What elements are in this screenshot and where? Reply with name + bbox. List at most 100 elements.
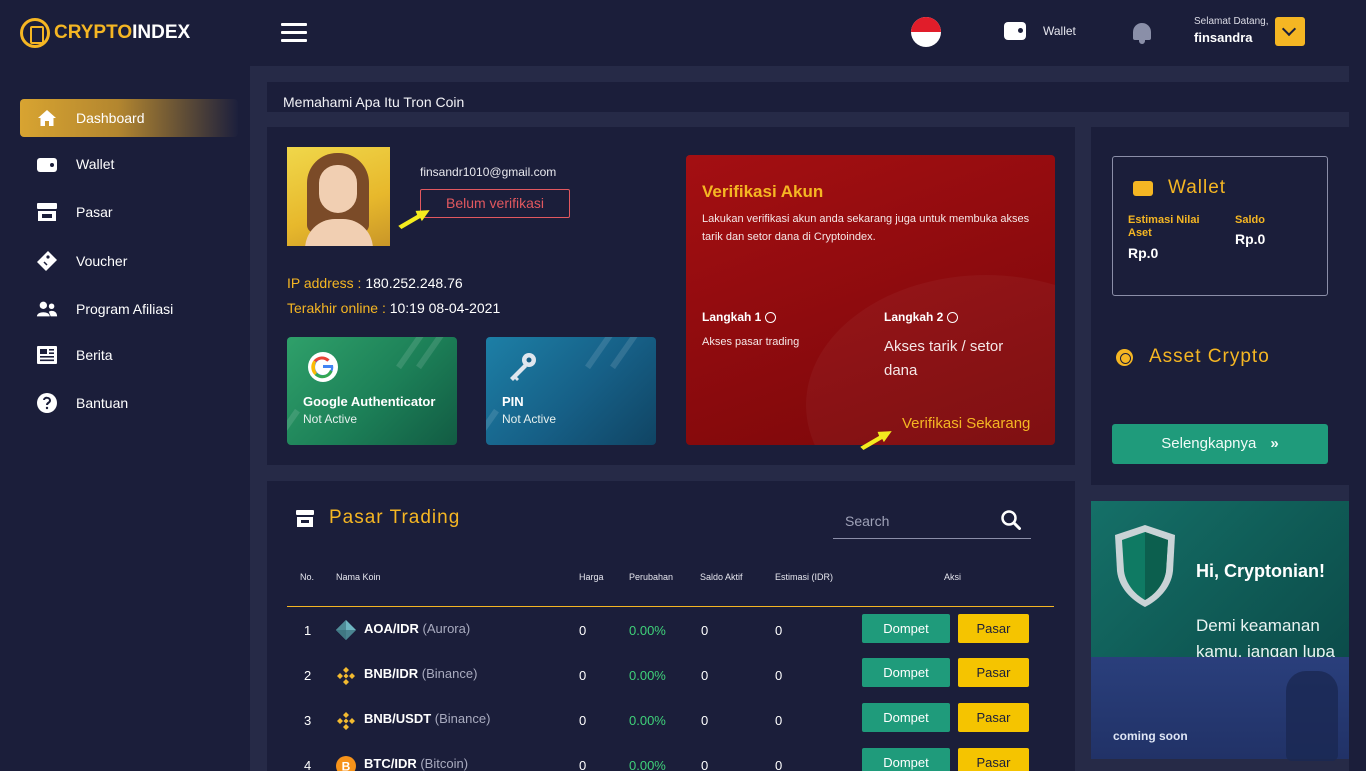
market-search [833,505,1031,539]
row-number: 4 [304,758,312,771]
row-number: 1 [304,623,312,638]
user-dropdown-button[interactable] [1275,17,1305,46]
step-2-title: Langkah 2 [884,310,959,324]
pointer-arrow-icon [398,210,430,229]
ip-address-line: IP address : 180.252.248.76 [287,275,463,291]
aurora-icon [336,620,356,640]
step-1-title: Langkah 1 [702,310,777,324]
table-header-divider [287,606,1054,607]
circle-icon [947,311,959,323]
wallet-icon [1004,22,1026,40]
step-1-description: Akses pasar trading [702,336,800,348]
sidebar-item-label: Pasar [76,204,113,220]
sidebar-item-voucher[interactable]: Voucher [20,242,238,280]
sidebar-item-label: Berita [76,347,113,363]
column-header: Harga [579,572,604,582]
pasar-button[interactable]: Pasar [958,658,1029,687]
row-number: 2 [304,668,312,683]
announcement-ticker[interactable]: Memahami Apa Itu Tron Coin [267,82,1349,112]
see-more-button[interactable]: Selengkapnya» [1112,424,1328,464]
last-online-value: 10:19 08-04-2021 [389,300,501,316]
avatar [287,147,390,246]
verify-now-link[interactable]: Verifikasi Sekarang [902,415,1030,432]
row-number: 3 [304,713,312,728]
shield-icon [1115,525,1175,607]
wallet-icon [36,153,58,175]
verification-status-badge[interactable]: Belum verifikasi [420,189,570,218]
dompet-button[interactable]: Dompet [862,658,950,687]
estimate-cell: 0 [775,668,783,683]
estimate-cell: 0 [775,713,783,728]
header-wallet-link[interactable]: Wallet [1004,22,1076,40]
coin-pair: AOA/IDR (Aurora) [364,621,471,636]
sidebar-item-bantuan[interactable]: Bantuan [20,384,238,422]
notification-bell-icon[interactable] [1131,20,1153,46]
dompet-button[interactable]: Dompet [862,614,950,643]
change-cell: 0.00% [629,623,666,638]
google-authenticator-card[interactable]: Google Authenticator Not Active [287,337,457,445]
wallet-card-title: Wallet [1133,177,1226,199]
sidebar-item-pasar[interactable]: Pasar [20,193,238,231]
user-greeting: Selamat Datang, finsandra [1194,16,1269,45]
language-flag-icon[interactable] [911,17,941,47]
pasar-button[interactable]: Pasar [958,703,1029,732]
security-status: Not Active [502,412,557,426]
google-icon [308,352,338,382]
estimate-cell: 0 [775,623,783,638]
menu-toggle-icon[interactable] [281,23,307,43]
price-cell: 0 [579,758,587,771]
news-icon [36,344,58,366]
header-wallet-label: Wallet [1043,24,1076,38]
search-icon[interactable] [1001,510,1021,530]
banner-footer: coming soon [1113,729,1188,743]
estimate-cell: 0 [775,758,783,771]
table-row: 4 B BTC/IDR (Bitcoin) 0 0.00% 0 0 Dompet… [287,748,1054,771]
security-title: PIN [502,394,524,409]
greeting-text: Selamat Datang, [1194,16,1269,27]
change-cell: 0.00% [629,713,666,728]
sidebar-item-label: Program Afiliasi [76,301,174,317]
svg-text:B: B [342,760,351,771]
wallet-icon [1133,180,1153,196]
sidebar-item-dashboard[interactable]: Dashboard [20,99,238,137]
column-header: Saldo Aktif [700,572,743,582]
sidebar-item-label: Voucher [76,253,128,269]
dompet-button[interactable]: Dompet [862,748,950,771]
brand-logo[interactable]: CRYPTOINDEX [20,18,190,48]
coin-icon [1116,348,1133,366]
page-scrollbar[interactable] [1349,66,1366,771]
sidebar-item-program-afiliasi[interactable]: Program Afiliasi [20,290,238,328]
double-chevron-right-icon: » [1270,435,1279,452]
pasar-button[interactable]: Pasar [958,748,1029,771]
change-cell: 0.00% [629,758,666,771]
sidebar-item-label: Dashboard [76,110,145,126]
verification-description: Lakukan verifikasi akun anda sekarang ju… [702,213,1030,243]
pin-card[interactable]: PIN Not Active [486,337,656,445]
bitcoin-icon: B [336,756,356,771]
ticket-icon [36,250,58,272]
trading-title: Pasar Trading [296,507,460,529]
sidebar-item-berita[interactable]: Berita [20,336,238,374]
pasar-button[interactable]: Pasar [958,614,1029,643]
balance-cell: 0 [701,758,709,771]
price-cell: 0 [579,623,587,638]
brand-name: CRYPTOINDEX [54,22,191,43]
column-header: Nama Koin [336,572,381,582]
column-header: No. [300,572,315,582]
coin-pair: BTC/IDR (Bitcoin) [364,756,469,771]
security-title: Google Authenticator [303,394,436,409]
balance-cell: 0 [701,713,709,728]
account-verification-card: Verifikasi Akun Lakukan verifikasi akun … [686,155,1055,445]
table-row: 1 AOA/IDR (Aurora) 0 0.00% 0 0 Dompet Pa… [287,614,1054,658]
change-cell: 0.00% [629,668,666,683]
promo-banner[interactable]: Hi, Cryptonian! Demi keamanan kamu, jang… [1091,501,1349,771]
estimate-value: Rp.0 [1128,245,1159,261]
user-email: finsandr1010@gmail.com [420,165,557,179]
column-header: Aksi [944,572,962,582]
price-cell: 0 [579,713,587,728]
coin-pair: BNB/IDR (Binance) [364,666,478,681]
logo-mark-icon [20,18,50,48]
sidebar-item-wallet[interactable]: Wallet [20,145,238,183]
search-input[interactable] [845,511,995,531]
dompet-button[interactable]: Dompet [862,703,950,732]
